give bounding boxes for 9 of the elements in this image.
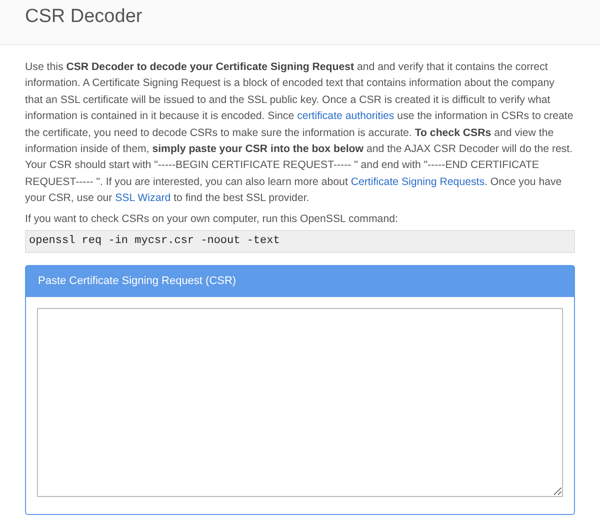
command-intro: If you want to check CSRs on your own computer, run this OpenSSL command: (25, 212, 399, 227)
intro-paragraph: Use this CSR Decoder to decode your Certificate Signing Request and and verify that it contains the correct information. A Certificate Signing Request is a block of encoded text that contains information about the company that an SSL certificate will be issued to and the SSL public key. Once a CSR is created it is difficult to verify what information is contained in it because it is encoded. Since certificate authorities use the information in CSRs to create the certificate, you need to decode CSRs to make sure the information is accurate. To check CSRs and view the information inside of them, simply paste your CSR into the box below and the AJAX CSR Decoder will do the rest. Your CSR should start with "-----BEGIN CERTIFICATE REQUEST----- " and end with "-----END CERTIFICATE REQUEST----- ". If you are interested, you can also learn more about Certificate Signing Requests. Once you have your CSR, use our SSL Wizard to find the best SSL provider. (25, 60, 574, 206)
page-title: CSR Decoder (25, 5, 144, 29)
csr-input-field[interactable] (37, 308, 563, 497)
inline-link[interactable]: SSL Wizard (115, 192, 171, 204)
panel-header: Paste Certificate Signing Request (CSR) (26, 266, 574, 297)
inline-link[interactable]: Certificate Signing Requests (350, 176, 485, 188)
inline-link[interactable]: certificate authorities (297, 110, 394, 122)
command-code: openssl req -in mycsr.csr -noout -text (25, 230, 575, 253)
